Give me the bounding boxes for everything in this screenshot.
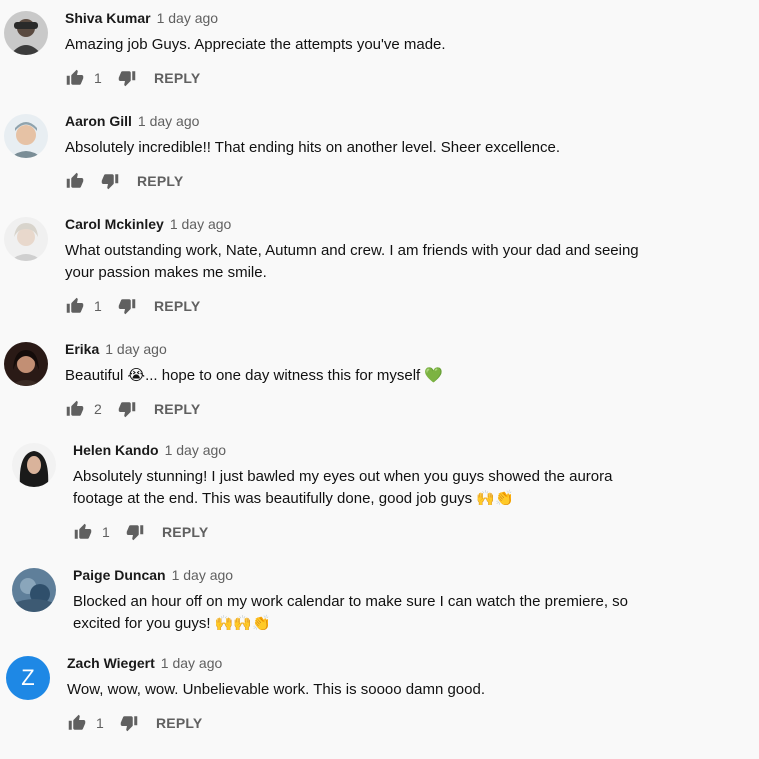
comment-author[interactable]: Helen Kando bbox=[73, 442, 159, 458]
like-count: 1 bbox=[94, 298, 102, 314]
thumbs-up-icon[interactable] bbox=[66, 69, 84, 87]
comment-text: Blocked an hour off on my work calendar … bbox=[73, 593, 628, 632]
like-count: 2 bbox=[94, 401, 102, 417]
comment-text: Wow, wow, wow. Unbelievable work. This i… bbox=[67, 681, 485, 698]
comment-time[interactable]: 1 day ago bbox=[161, 655, 223, 671]
comment-text: Amazing job Guys. Appreciate the attempt… bbox=[65, 36, 446, 53]
thumbs-up-icon[interactable] bbox=[66, 400, 84, 418]
avatar[interactable]: Z bbox=[6, 656, 50, 700]
thumbs-up-icon[interactable] bbox=[66, 297, 84, 315]
reply-button[interactable]: REPLY bbox=[154, 70, 200, 86]
comment-text: Absolutely stunning! I just bawled my ey… bbox=[73, 468, 613, 507]
avatar[interactable] bbox=[12, 443, 56, 487]
reply-button[interactable]: REPLY bbox=[156, 715, 202, 731]
reply-button[interactable]: REPLY bbox=[154, 401, 200, 417]
comment-time[interactable]: 1 day ago bbox=[170, 216, 232, 232]
reply-button[interactable]: REPLY bbox=[162, 524, 208, 540]
thumbs-down-icon[interactable] bbox=[101, 172, 119, 190]
avatar-letter: Z bbox=[21, 665, 35, 690]
thumbs-up-icon[interactable] bbox=[68, 714, 86, 732]
thumbs-down-icon[interactable] bbox=[118, 400, 136, 418]
avatar[interactable] bbox=[4, 114, 48, 158]
avatar[interactable] bbox=[4, 217, 48, 261]
like-count: 1 bbox=[96, 715, 104, 731]
comment-text: What outstanding work, Nate, Autumn and … bbox=[65, 242, 639, 281]
reply-button[interactable]: REPLY bbox=[137, 173, 183, 189]
comment-author[interactable]: Zach Wiegert bbox=[67, 655, 155, 671]
comment-author[interactable]: Carol Mckinley bbox=[65, 216, 164, 232]
thumbs-down-icon[interactable] bbox=[120, 714, 138, 732]
avatar[interactable] bbox=[4, 11, 48, 55]
comment-author[interactable]: Aaron Gill bbox=[65, 113, 132, 129]
like-count: 1 bbox=[94, 70, 102, 86]
thumbs-down-icon[interactable] bbox=[126, 523, 144, 541]
comment-time[interactable]: 1 day ago bbox=[105, 341, 167, 357]
comment-author[interactable]: Shiva Kumar bbox=[65, 10, 151, 26]
comment-time[interactable]: 1 day ago bbox=[165, 442, 227, 458]
comment-time[interactable]: 1 day ago bbox=[138, 113, 200, 129]
comment-time[interactable]: 1 day ago bbox=[172, 567, 234, 583]
like-count: 1 bbox=[102, 524, 110, 540]
thumbs-up-icon[interactable] bbox=[66, 172, 84, 190]
comment-time[interactable]: 1 day ago bbox=[157, 10, 219, 26]
avatar[interactable] bbox=[4, 342, 48, 386]
reply-button[interactable]: REPLY bbox=[154, 298, 200, 314]
avatar[interactable] bbox=[12, 568, 56, 612]
comment-text: Beautiful 😭... hope to one day witness t… bbox=[65, 367, 444, 384]
thumbs-down-icon[interactable] bbox=[118, 297, 136, 315]
comment-text: Absolutely incredible!! That ending hits… bbox=[65, 139, 561, 156]
comment-author[interactable]: Paige Duncan bbox=[73, 567, 166, 583]
thumbs-down-icon[interactable] bbox=[118, 69, 136, 87]
thumbs-up-icon[interactable] bbox=[74, 523, 92, 541]
comment-author[interactable]: Erika bbox=[65, 341, 99, 357]
